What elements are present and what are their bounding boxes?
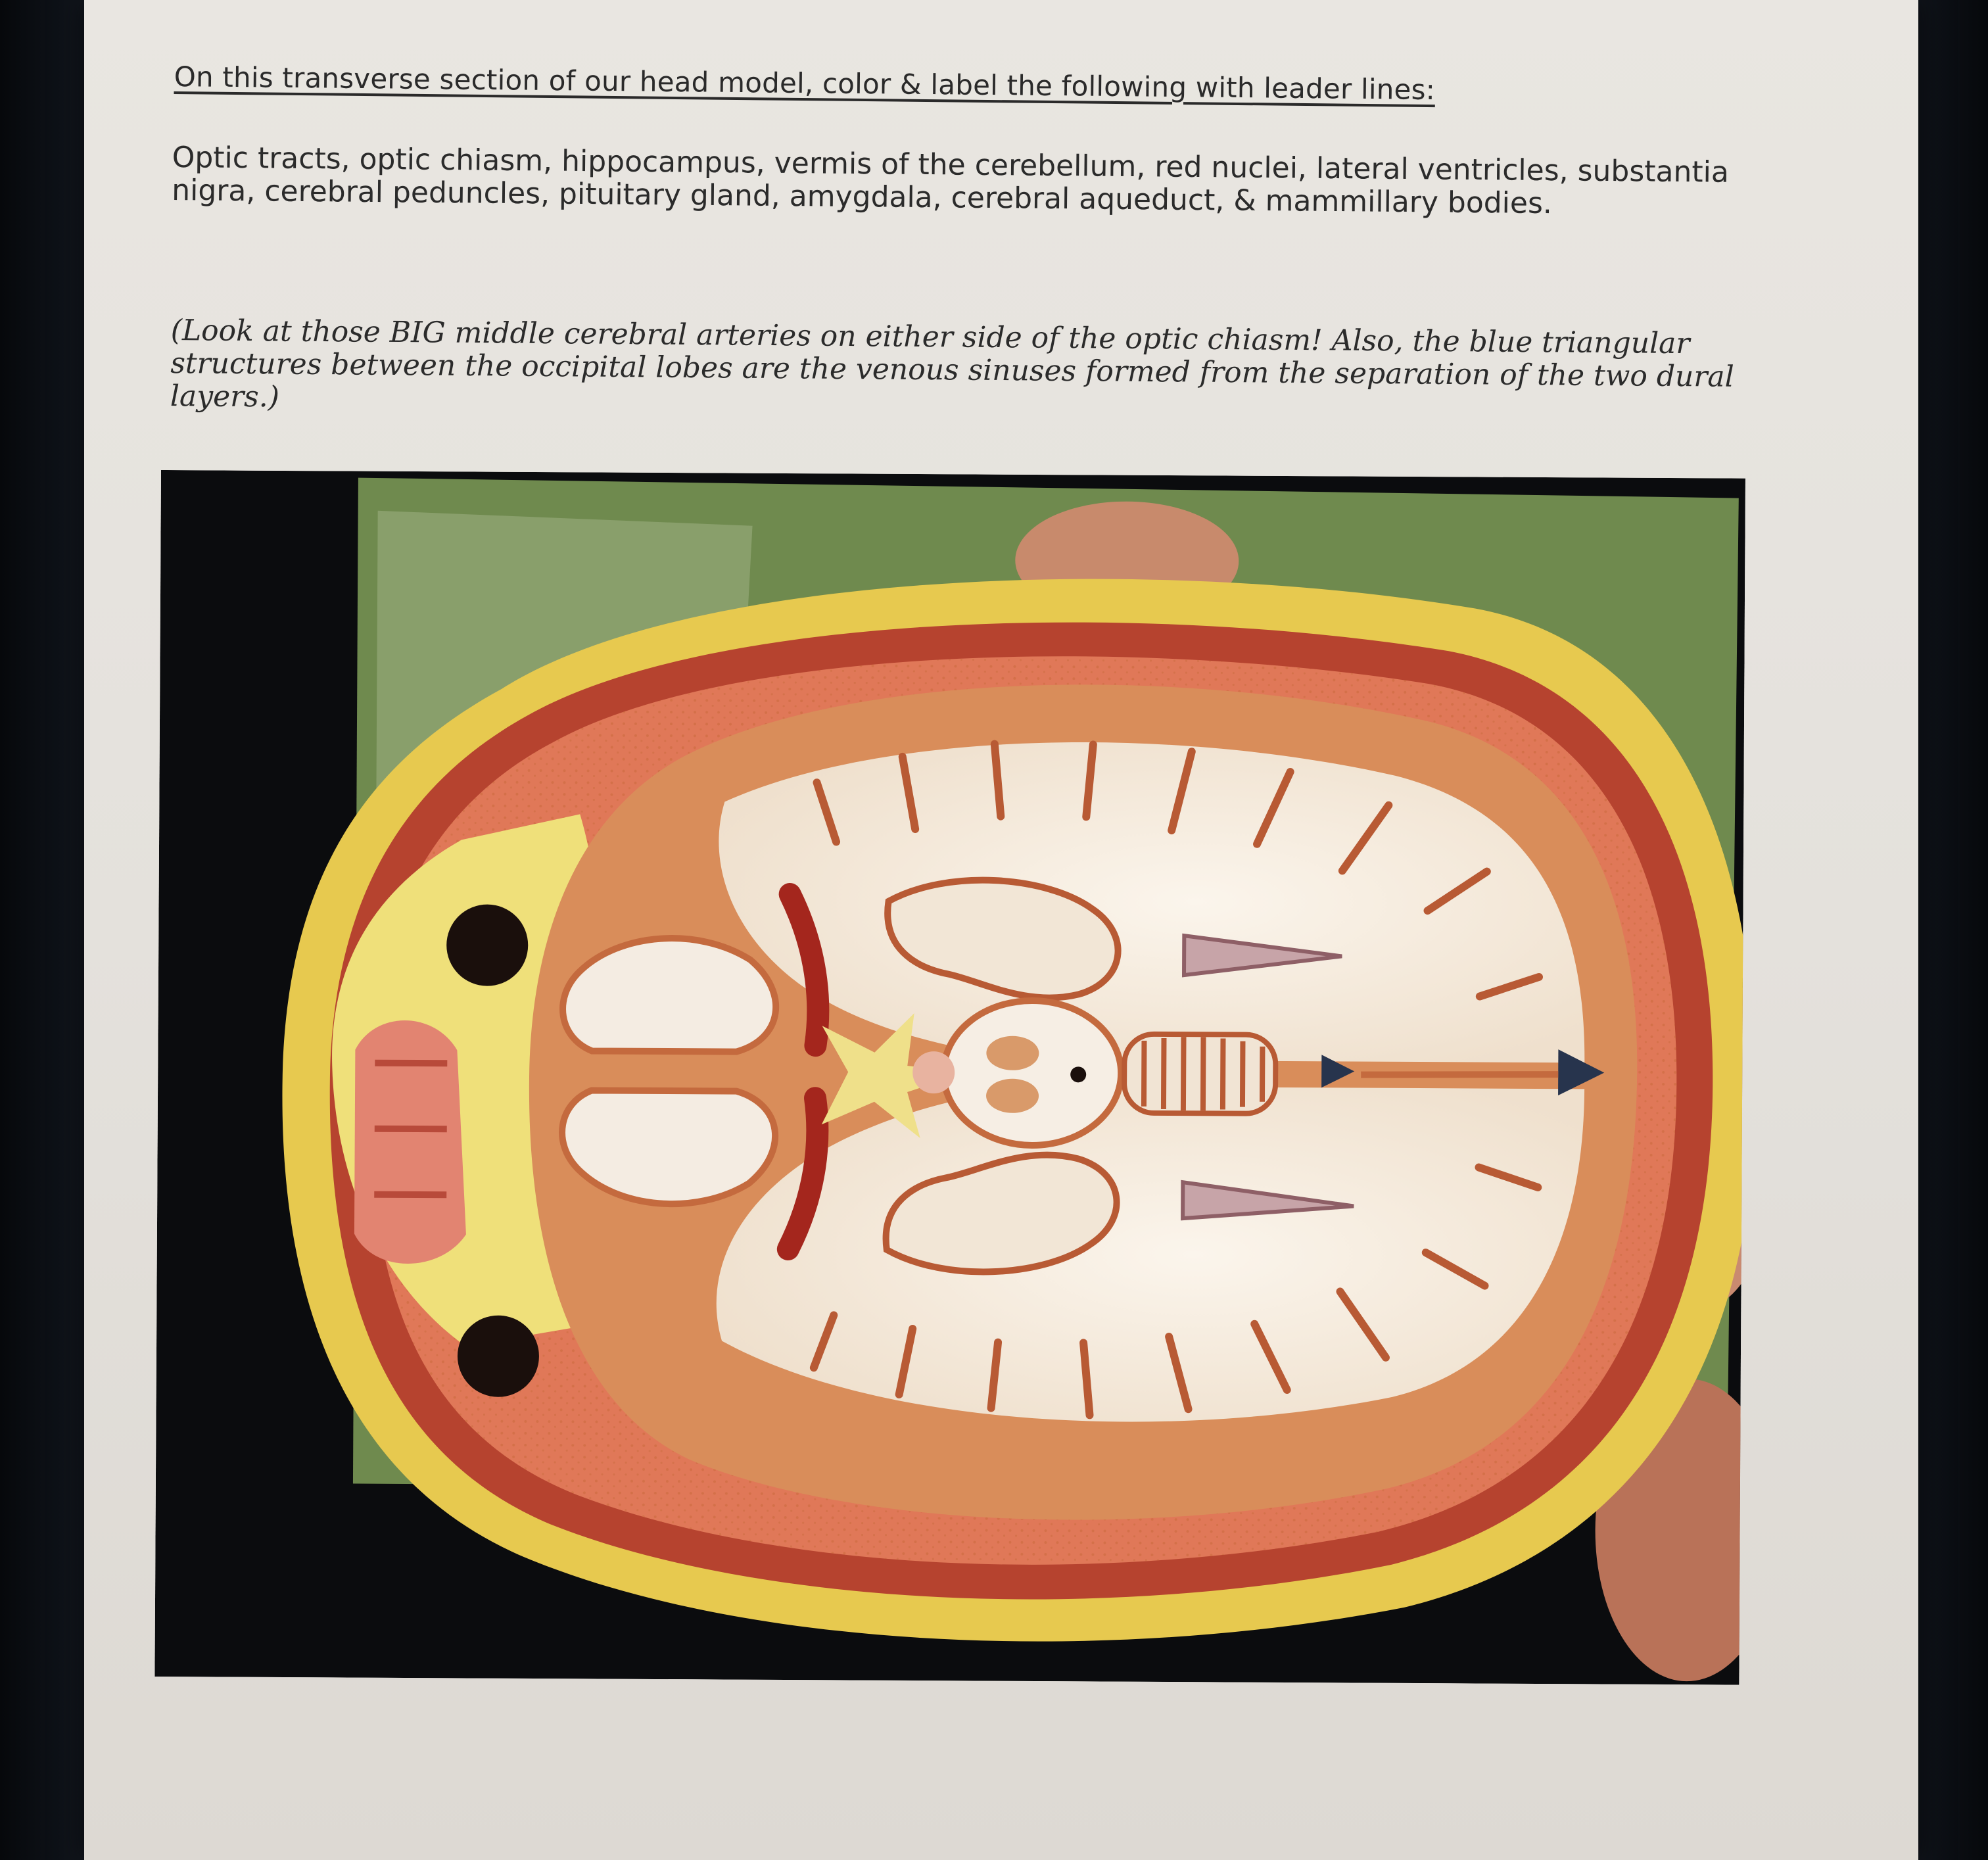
red-nucleus-upper	[986, 1036, 1039, 1070]
eye-left-top	[446, 904, 529, 986]
midbrain	[940, 997, 1125, 1149]
vermis-of-cerebellum	[1122, 1031, 1279, 1116]
longitudinal-fissure	[1361, 1071, 1559, 1078]
red-nucleus-lower	[986, 1078, 1039, 1113]
head-model-photo	[154, 470, 1745, 1685]
head-section-illustration	[154, 470, 1745, 1685]
eye-left-bottom	[457, 1315, 539, 1397]
nasal-cavity	[354, 1020, 466, 1264]
monitor-bezel-right	[1916, 0, 1988, 1860]
italic-note: (Look at those BIG middle cerebral arter…	[170, 314, 1734, 414]
cerebral-aqueduct	[1070, 1066, 1087, 1083]
mammillary-bodies	[912, 1051, 955, 1094]
